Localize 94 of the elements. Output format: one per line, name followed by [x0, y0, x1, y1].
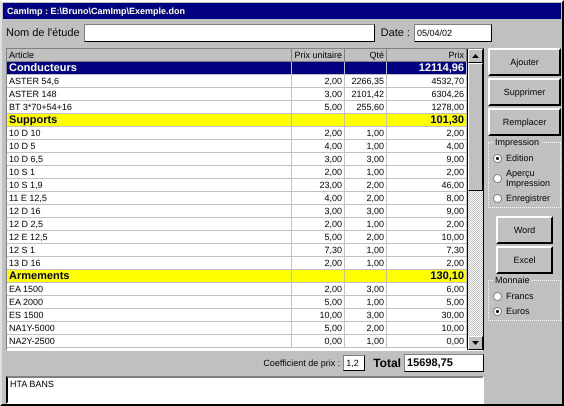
- down-arrow-icon: [472, 341, 479, 345]
- table-cell: 5,00: [292, 322, 345, 335]
- table-cell: 3,00: [345, 309, 387, 322]
- table-cell: 1,00: [345, 244, 387, 257]
- radio-option[interactable]: Aperçu Impression: [493, 168, 558, 188]
- table-cell: NA2Y-2500: [7, 335, 292, 348]
- category-name: Supports: [7, 114, 292, 127]
- table-cell: 10 S 1: [7, 166, 292, 179]
- table-cell: 5,00: [292, 231, 345, 244]
- category-name: Armements: [7, 270, 292, 283]
- table-cell: 3,00: [345, 205, 387, 218]
- scroll-down-button[interactable]: [468, 336, 483, 350]
- table-cell: 4,00: [292, 192, 345, 205]
- radio-option[interactable]: Enregistrer: [493, 193, 558, 203]
- table-cell: 2,00: [345, 192, 387, 205]
- column-header[interactable]: Prix unitaire: [292, 49, 345, 62]
- scroll-thumb[interactable]: [468, 63, 483, 191]
- table-cell: 11 E 12,5: [7, 192, 292, 205]
- table-cell: 2,00: [292, 218, 345, 231]
- table-cell: 2,00: [345, 322, 387, 335]
- table-cell: 12 D 2,5: [7, 218, 292, 231]
- table-cell: 2266,35: [345, 75, 387, 88]
- category-row[interactable]: Conducteurs 12114,96: [7, 62, 467, 75]
- group-title: Monnaie: [493, 275, 532, 285]
- category-name: Conducteurs: [7, 62, 292, 75]
- table-cell: 2,00: [292, 75, 345, 88]
- window-title: CamImp : E:\Bruno\CamImp\Exemple.don: [3, 3, 561, 19]
- action-button[interactable]: Remplacer: [488, 108, 561, 136]
- category-row[interactable]: Supports 101,30: [7, 114, 467, 127]
- table-cell: 2,00: [345, 231, 387, 244]
- radio-option[interactable]: Edition: [493, 153, 558, 163]
- radio-option[interactable]: Francs: [493, 291, 558, 301]
- group-title: Impression: [493, 137, 542, 147]
- export-button[interactable]: Word: [496, 216, 553, 244]
- table-cell: 1,00: [345, 218, 387, 231]
- table-cell: 1,00: [345, 335, 387, 348]
- table-cell: EA 1500: [7, 283, 292, 296]
- table-cell: 10 D 5: [7, 140, 292, 153]
- table-cell: ASTER 54,6: [7, 75, 292, 88]
- coefficient-label: Coefficient de prix :: [263, 358, 340, 368]
- table-cell: 12 E 12,5: [7, 231, 292, 244]
- table-cell: ES 1500: [7, 309, 292, 322]
- action-button[interactable]: Ajouter: [488, 48, 561, 76]
- table-cell: NA1Y-5000: [7, 322, 292, 335]
- export-button[interactable]: Excel: [496, 246, 553, 274]
- coefficient-field[interactable]: 1,2: [343, 355, 366, 371]
- table-cell: 2101,42: [345, 88, 387, 101]
- radio-button[interactable]: [493, 292, 502, 300]
- table-cell: 2,00: [292, 127, 345, 140]
- table-cell: 1,00: [345, 296, 387, 309]
- table-cell: 10 D 6,5: [7, 153, 292, 166]
- table-cell: EA 2000: [7, 296, 292, 309]
- scrollbar[interactable]: [467, 49, 483, 350]
- table-cell: 0,00: [292, 335, 345, 348]
- radio-button[interactable]: [493, 154, 502, 162]
- table-cell: 5,00: [292, 296, 345, 309]
- date-label: Date :: [380, 27, 410, 39]
- category-row[interactable]: Armements 130,10: [7, 270, 467, 283]
- table-cell: 1,00: [345, 140, 387, 153]
- table-cell: 10,00: [292, 309, 345, 322]
- table-cell: 2,00: [292, 283, 345, 296]
- up-arrow-icon: [472, 54, 479, 58]
- notes-field[interactable]: HTA BANS: [6, 376, 484, 404]
- table-cell: 12 S 1: [7, 244, 292, 257]
- total-label: Total: [373, 356, 401, 370]
- action-button[interactable]: Supprimer: [488, 78, 561, 106]
- scroll-up-button[interactable]: [468, 49, 483, 63]
- radio-button[interactable]: [493, 306, 502, 316]
- study-name-label: Nom de l'étude: [6, 27, 80, 39]
- table-cell: 1,00: [345, 166, 387, 179]
- table-cell: 3,00: [292, 205, 345, 218]
- radio-button[interactable]: [493, 194, 502, 202]
- radio-button[interactable]: [493, 174, 502, 182]
- table-cell: ASTER 148: [7, 88, 292, 101]
- table-cell: 23,00: [292, 179, 345, 192]
- date-field[interactable]: 05/04/02: [414, 24, 492, 42]
- table-cell: 1,00: [345, 127, 387, 140]
- column-header[interactable]: Article: [7, 49, 292, 62]
- table-cell: 3,00: [345, 153, 387, 166]
- table-cell: 3,00: [345, 283, 387, 296]
- table-cell: 10 D 10: [7, 127, 292, 140]
- table-cell: 7,30: [292, 244, 345, 257]
- table-cell: 4,00: [292, 140, 345, 153]
- table-cell: 12 D 16: [7, 205, 292, 218]
- table-cell: 3,00: [292, 153, 345, 166]
- column-header[interactable]: Prix: [387, 49, 467, 62]
- column-header[interactable]: Qté: [345, 49, 387, 62]
- study-name-field[interactable]: [84, 24, 375, 42]
- table-cell: 2,00: [345, 179, 387, 192]
- radio-option[interactable]: Euros: [493, 306, 558, 316]
- table-cell: 10 S 1,9: [7, 179, 292, 192]
- table-cell: 3,00: [292, 88, 345, 101]
- total-field[interactable]: 15698,75: [404, 354, 484, 372]
- table-cell: 2,00: [292, 166, 345, 179]
